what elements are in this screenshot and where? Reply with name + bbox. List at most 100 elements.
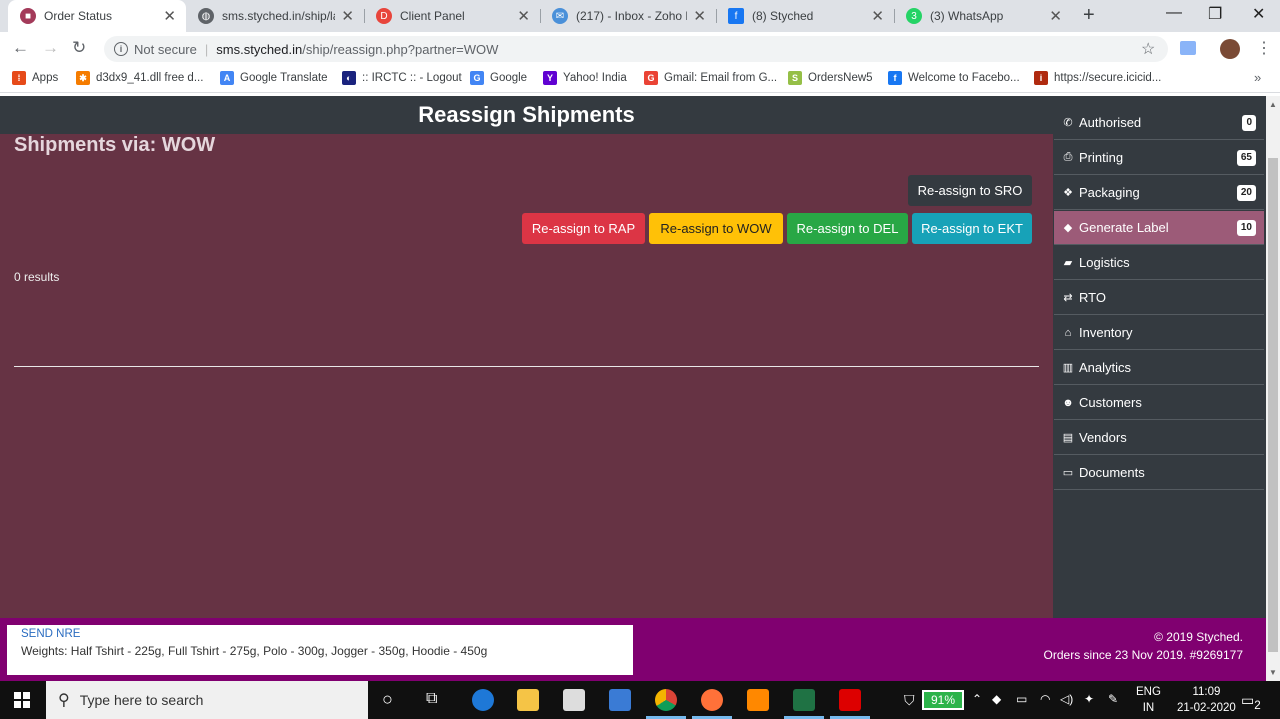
sidebar-item-label: Authorised (1079, 115, 1142, 130)
task-view-icon[interactable]: ⧉ (426, 690, 437, 708)
sidebar-item-rto[interactable]: ⇄ RTO (1054, 281, 1264, 315)
main-content: Shipments via: WOW Re-assign to SRO Re-a… (0, 134, 1053, 618)
taskbar-search-box[interactable]: ⚲ Type here to search (46, 681, 368, 719)
acrobat-tray-icon[interactable]: ◆ (992, 692, 1001, 706)
sidebar-item-authorised[interactable]: ✆ Authorised 0 (1054, 106, 1264, 140)
profile-avatar[interactable] (1220, 39, 1240, 59)
sidebar-item-documents[interactable]: ▭ Documents (1054, 456, 1264, 490)
sidebar-item-logistics[interactable]: ▰ Logistics (1054, 246, 1264, 280)
bookmark-star-icon[interactable]: ☆ (1141, 39, 1155, 59)
sidebar-item-label: Customers (1079, 395, 1142, 410)
back-arrow-icon[interactable]: ← (12, 38, 29, 58)
minimize-icon[interactable]: — (1166, 4, 1182, 22)
sidebar-item-customers[interactable]: ☻ Customers (1054, 386, 1264, 420)
new-tab-plus-icon[interactable]: + (1083, 4, 1095, 27)
battery-tray-icon[interactable]: ▭ (1016, 692, 1027, 706)
sidebar-item-packaging[interactable]: ❖ Packaging 20 (1054, 176, 1264, 210)
close-tab-icon[interactable]: ✕ (871, 7, 884, 25)
pen-icon[interactable]: ✎ (1108, 692, 1118, 706)
reassign-ekt-button[interactable]: Re-assign to EKT (912, 213, 1032, 244)
sidebar-item-generate-label[interactable]: ◆ Generate Label 10 (1054, 211, 1264, 245)
chevron-up-icon[interactable]: ⌃ (972, 692, 982, 706)
security-status: Not secure (134, 41, 197, 57)
tab-title: Client Panel (400, 9, 465, 23)
bookmarks-overflow-icon[interactable]: » (1254, 70, 1261, 85)
scrollbar-thumb[interactable] (1268, 158, 1278, 652)
reload-icon[interactable]: ↻ (72, 38, 86, 58)
sidebar-item-label: Vendors (1079, 430, 1127, 445)
bookmark-gmail[interactable]: G Gmail: Email from G... (644, 71, 777, 85)
excel-icon[interactable] (793, 689, 815, 711)
firefox-icon[interactable] (701, 689, 723, 711)
extension-icon[interactable] (1180, 41, 1196, 55)
sidebar-item-analytics[interactable]: ▥ Analytics (1054, 351, 1264, 385)
reassign-del-button[interactable]: Re-assign to DEL (787, 213, 908, 244)
input-language[interactable]: ENG IN (1136, 684, 1161, 716)
wifi-icon[interactable]: ◠ (1040, 692, 1050, 706)
reassign-wow-button[interactable]: Re-assign to WOW (649, 213, 783, 244)
bookmark-label: Google Translate (240, 72, 328, 84)
close-window-icon[interactable]: ✕ (1252, 4, 1265, 24)
home-icon: ⌂ (1064, 326, 1072, 339)
notification-center-icon[interactable]: ▭2 (1241, 692, 1261, 712)
close-tab-icon[interactable]: ✕ (693, 7, 706, 25)
globe-icon: ◍ (198, 8, 214, 24)
bookmark-google[interactable]: G Google (470, 71, 527, 85)
page-scrollbar[interactable]: ▲ ▼ (1266, 96, 1280, 681)
volume-icon[interactable]: ◁) (1060, 692, 1073, 706)
browser-toolbar: ← → ↻ i Not secure | sms.styched.in /shi… (0, 32, 1280, 65)
browser-tab-facebook[interactable]: f (8) Styched ✕ (716, 0, 894, 32)
anydesk-icon[interactable]: ✦ (1084, 692, 1094, 706)
sidebar-item-inventory[interactable]: ⌂ Inventory (1054, 316, 1264, 350)
close-tab-icon[interactable]: ✕ (1049, 7, 1062, 25)
scroll-down-arrow-icon[interactable]: ▼ (1269, 668, 1277, 677)
close-tab-icon[interactable]: ✕ (517, 7, 530, 25)
shopify-icon: S (788, 71, 802, 85)
reassign-rap-button[interactable]: Re-assign to RAP (522, 213, 645, 244)
browser-tab-whatsapp[interactable]: 3 (3) WhatsApp ✕ (894, 0, 1072, 32)
system-clock[interactable]: 11:09 21-02-2020 (1177, 684, 1236, 716)
acrobat-icon[interactable] (839, 689, 861, 711)
forward-arrow-icon[interactable]: → (42, 38, 59, 58)
bookmark-d3dx9[interactable]: ✱ d3dx9_41.dll free d... (76, 71, 203, 85)
sidebar-item-vendors[interactable]: ▤ Vendors (1054, 421, 1264, 455)
battery-indicator[interactable]: 91% (922, 690, 964, 710)
browser-tab-order-status[interactable]: ■ Order Status ✕ (8, 0, 186, 32)
vlc-icon[interactable] (747, 689, 769, 711)
shield-icon[interactable]: ⛉ (904, 692, 915, 709)
restore-icon[interactable]: ❐ (1208, 4, 1222, 24)
windows-start-icon[interactable] (14, 692, 30, 708)
send-nre-link[interactable]: SEND NRE (21, 628, 619, 640)
exchange-icon: ⇄ (1063, 292, 1073, 304)
file-explorer-icon[interactable] (517, 689, 539, 711)
browser-tab-client-panel[interactable]: D Client Panel ✕ (364, 0, 540, 32)
chrome-icon[interactable] (655, 689, 677, 711)
reassign-sro-button[interactable]: Re-assign to SRO (908, 175, 1032, 206)
barcode-icon: ▥ (1062, 362, 1074, 374)
browser-tab-sms-label[interactable]: ◍ sms.styched.in/ship/lab ✕ (186, 0, 364, 32)
info-icon[interactable]: i (114, 42, 128, 56)
bookmark-icici[interactable]: i https://secure.icicid... (1034, 71, 1161, 85)
monitor-icon[interactable] (609, 689, 631, 711)
close-tab-icon[interactable]: ✕ (341, 7, 354, 25)
page-footer: SEND NRE Weights: Half Tshirt - 225g, Fu… (0, 618, 1266, 681)
close-tab-icon[interactable]: ✕ (163, 7, 176, 25)
bookmark-yahoo[interactable]: Y Yahoo! India (543, 71, 627, 85)
menu-kebab-icon[interactable]: ⋮ (1256, 38, 1272, 58)
bookmark-apps[interactable]: ⁞ Apps (12, 71, 58, 85)
address-bar[interactable]: i Not secure | sms.styched.in /ship/reas… (104, 36, 1168, 62)
scroll-up-arrow-icon[interactable]: ▲ (1269, 100, 1277, 109)
store-icon[interactable] (563, 689, 585, 711)
clock-time: 11:09 (1192, 686, 1221, 698)
browser-tab-zoho-inbox[interactable]: ✉ (217) - Inbox - Zoho M ✕ (540, 0, 716, 32)
copyright-text: © 2019 Styched. (1154, 630, 1243, 644)
sidebar-item-printing[interactable]: ⎙ Printing 65 (1054, 141, 1264, 175)
bookmark-google-translate[interactable]: A Google Translate (220, 71, 328, 85)
cortana-icon[interactable]: ○ (382, 689, 393, 710)
bookmark-irctc[interactable]: ◐ :: IRCTC :: - Logout (342, 71, 462, 85)
bookmark-ordersnew5[interactable]: S OrdersNew5 (788, 71, 873, 85)
edge-icon[interactable] (472, 689, 494, 711)
print-icon: ⎙ (1063, 151, 1073, 163)
bookmark-facebook[interactable]: f Welcome to Facebo... (888, 71, 1020, 85)
whatsapp-icon: 3 (906, 8, 922, 24)
